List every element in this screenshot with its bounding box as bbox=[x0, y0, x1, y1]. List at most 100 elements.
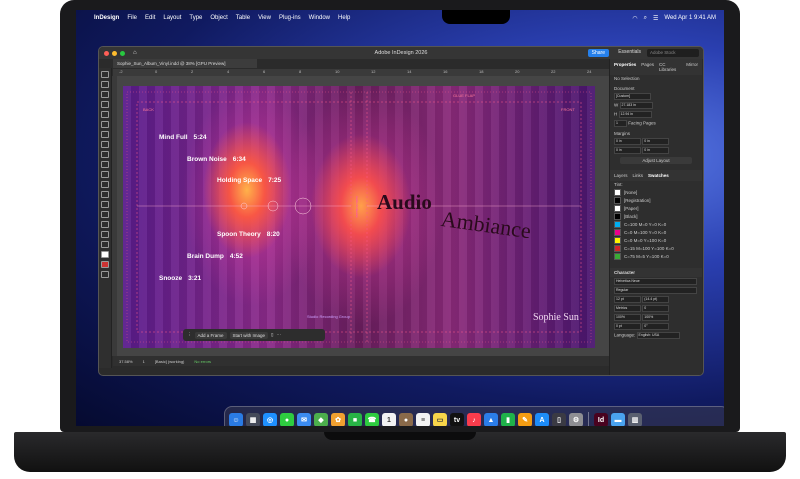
keynote-icon[interactable]: ▲ bbox=[484, 413, 498, 426]
font-size-field[interactable]: 12 pt bbox=[614, 296, 641, 303]
zoom-level[interactable]: 37.58% bbox=[119, 359, 133, 364]
kerning-field[interactable]: Metrics bbox=[614, 305, 641, 312]
note-tool-icon[interactable] bbox=[101, 211, 109, 218]
menu-view[interactable]: View bbox=[258, 15, 271, 21]
music-icon[interactable]: ♪ bbox=[467, 413, 481, 426]
pasteboard[interactable]: BACK FRONT GLUE FLAP Mind Full 5:24 Brown… bbox=[117, 76, 609, 356]
notes-icon[interactable]: ▭ bbox=[433, 413, 447, 426]
swatch-row[interactable]: C=15 M=100 Y=100 K=0 bbox=[610, 244, 702, 252]
character-panel-header[interactable]: Character bbox=[610, 268, 702, 277]
leading-field[interactable]: (14.4 pt) bbox=[642, 296, 670, 303]
tab-cc-libraries[interactable]: CC Libraries bbox=[659, 62, 681, 72]
rectangle-tool-icon[interactable] bbox=[101, 171, 109, 178]
downloads-folder-icon[interactable]: ▬ bbox=[611, 413, 625, 426]
search-icon[interactable]: ⌕ bbox=[644, 15, 647, 22]
fill-stroke-icon[interactable] bbox=[101, 251, 109, 258]
menu-app-name[interactable]: InDesign bbox=[94, 15, 119, 21]
share-button[interactable]: Share bbox=[587, 49, 609, 57]
messages-icon[interactable]: ● bbox=[280, 413, 294, 426]
tab-swatches[interactable]: Swatches bbox=[648, 173, 669, 178]
margin-left-field[interactable]: 0 in bbox=[642, 138, 670, 145]
pages-icon[interactable]: ✎ bbox=[518, 413, 532, 426]
menu-edit[interactable]: Edit bbox=[145, 15, 155, 21]
vertical-scale-field[interactable]: 100% bbox=[642, 314, 670, 321]
numbers-icon[interactable]: ▮ bbox=[501, 413, 515, 426]
preflight-status[interactable]: No errors bbox=[194, 359, 211, 364]
page-number[interactable]: 1 bbox=[143, 359, 145, 364]
maps-icon[interactable]: ◆ bbox=[314, 413, 328, 426]
facing-pages-checkbox[interactable]: Facing Pages bbox=[628, 121, 656, 126]
reminders-icon[interactable]: ≡ bbox=[416, 413, 430, 426]
finder-icon[interactable]: ☺ bbox=[229, 413, 243, 426]
swatch-row[interactable]: C=0 M=100 Y=0 K=0 bbox=[610, 228, 702, 236]
font-style-select[interactable]: Regular bbox=[614, 287, 697, 294]
selection-tool-icon[interactable] bbox=[101, 71, 109, 78]
menu-layout[interactable]: Layout bbox=[163, 15, 181, 21]
swatch-row[interactable]: [None] bbox=[610, 188, 702, 196]
tab-links[interactable]: Links bbox=[633, 173, 644, 178]
horizontal-scale-field[interactable]: 100% bbox=[614, 314, 641, 321]
content-collector-icon[interactable] bbox=[101, 111, 109, 118]
pen-tool-icon[interactable] bbox=[101, 141, 109, 148]
photos-icon[interactable]: ✿ bbox=[331, 413, 345, 426]
menu-plugins[interactable]: Plug-ins bbox=[279, 15, 301, 21]
tab-properties[interactable]: Properties bbox=[614, 62, 636, 72]
phone-icon[interactable]: ☎ bbox=[365, 413, 379, 426]
add-frame-button[interactable]: Add a Frame bbox=[194, 331, 227, 339]
margin-top-field[interactable]: 0 in bbox=[614, 138, 641, 145]
more-options-icon[interactable]: ⋯ bbox=[277, 332, 282, 338]
facetime-icon[interactable]: ■ bbox=[348, 413, 362, 426]
page-width-field[interactable]: 27.183 in bbox=[619, 102, 653, 109]
adjust-layout-button[interactable]: Adjust Layout bbox=[620, 157, 692, 164]
rectangle-frame-tool-icon[interactable] bbox=[101, 161, 109, 168]
swatch-row[interactable]: C=0 M=0 Y=100 K=0 bbox=[610, 236, 702, 244]
swatch-row[interactable]: [Paper] bbox=[610, 204, 702, 212]
workspace-switcher[interactable]: Essentials bbox=[618, 49, 641, 55]
scissors-tool-icon[interactable] bbox=[101, 181, 109, 188]
gradient-tool-icon[interactable] bbox=[101, 201, 109, 208]
tab-mirror[interactable]: Mirror bbox=[686, 62, 698, 72]
document-tab[interactable]: Sophie_Sun_Album_Vinyl.indd @ 38% [GPU P… bbox=[113, 59, 257, 68]
page-height-field[interactable]: 12.94 in bbox=[618, 111, 652, 118]
swatch-row[interactable]: [Black] bbox=[610, 212, 702, 220]
menu-clock[interactable]: Wed Apr 1 9:41 AM bbox=[664, 15, 716, 21]
free-transform-tool-icon[interactable] bbox=[101, 191, 109, 198]
font-family-select[interactable]: Helvetica Neue bbox=[614, 278, 697, 285]
document-preset-select[interactable]: [Custom] bbox=[614, 93, 651, 100]
wifi-icon[interactable]: ◠ bbox=[632, 15, 637, 22]
trash-icon[interactable]: ▥ bbox=[628, 413, 642, 426]
menu-type[interactable]: Type bbox=[189, 15, 202, 21]
margin-bottom-field[interactable]: 0 in bbox=[614, 147, 641, 154]
tab-layers[interactable]: Layers bbox=[614, 173, 628, 178]
iphone-mirroring-icon[interactable]: ▯ bbox=[552, 413, 566, 426]
type-tool-icon[interactable] bbox=[101, 121, 109, 128]
pages-count-field[interactable]: 1 bbox=[614, 120, 627, 127]
calendar-icon[interactable]: 1 bbox=[382, 413, 396, 426]
menu-table[interactable]: Table bbox=[236, 15, 250, 21]
menu-object[interactable]: Object bbox=[210, 15, 227, 21]
page-tool-icon[interactable] bbox=[101, 91, 109, 98]
gap-tool-icon[interactable] bbox=[101, 101, 109, 108]
page-icon[interactable]: ▯ bbox=[271, 332, 273, 338]
margin-right-field[interactable]: 0 in bbox=[642, 147, 670, 154]
line-tool-icon[interactable] bbox=[101, 131, 109, 138]
tab-pages[interactable]: Pages bbox=[641, 62, 654, 72]
menu-help[interactable]: Help bbox=[338, 15, 350, 21]
skew-field[interactable]: 0° bbox=[642, 323, 670, 330]
preflight-profile[interactable]: [Basic] (working) bbox=[155, 359, 185, 364]
indesign-icon[interactable]: Id bbox=[594, 413, 608, 426]
launchpad-icon[interactable]: ▦ bbox=[246, 413, 260, 426]
swatch-row[interactable]: C=75 M=5 Y=100 K=0 bbox=[610, 252, 702, 260]
system-settings-icon[interactable]: ⚙ bbox=[569, 413, 583, 426]
hand-tool-icon[interactable] bbox=[101, 231, 109, 238]
menu-file[interactable]: File bbox=[127, 15, 137, 21]
baseline-shift-field[interactable]: 0 pt bbox=[614, 323, 641, 330]
direct-selection-tool-icon[interactable] bbox=[101, 81, 109, 88]
safari-icon[interactable]: ◎ bbox=[263, 413, 277, 426]
mail-icon[interactable]: ✉ bbox=[297, 413, 311, 426]
contacts-icon[interactable]: ● bbox=[399, 413, 413, 426]
tv-icon[interactable]: tv bbox=[450, 413, 464, 426]
drag-handle-icon[interactable]: ⋮ bbox=[187, 332, 192, 338]
swatch-row[interactable]: C=100 M=0 Y=0 K=0 bbox=[610, 220, 702, 228]
menu-window[interactable]: Window bbox=[309, 15, 330, 21]
